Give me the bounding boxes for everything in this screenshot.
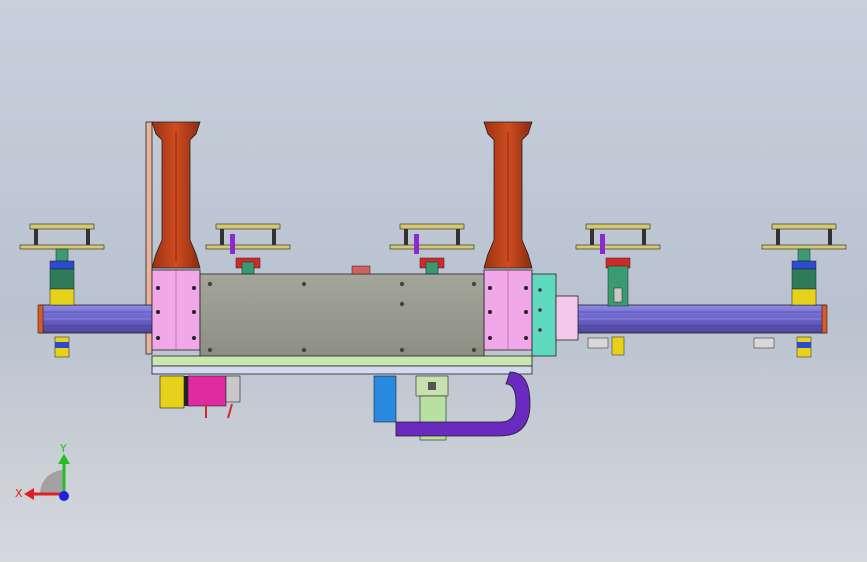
column-left[interactable] bbox=[151, 121, 201, 269]
gripper-station[interactable] bbox=[205, 223, 291, 275]
rail-end-cap-left bbox=[37, 304, 44, 334]
end-tab[interactable] bbox=[555, 295, 579, 341]
gripper-station[interactable] bbox=[753, 223, 847, 358]
cad-viewport[interactable] bbox=[0, 0, 867, 562]
rail-end-cap-right bbox=[821, 304, 828, 334]
gripper-station[interactable] bbox=[19, 223, 105, 358]
carriage-block[interactable] bbox=[199, 265, 485, 359]
end-block[interactable] bbox=[531, 273, 557, 357]
gripper-station[interactable] bbox=[389, 223, 475, 275]
motor-assembly[interactable] bbox=[159, 375, 241, 419]
triad-quadrant bbox=[40, 470, 64, 494]
column-right[interactable] bbox=[483, 121, 533, 269]
base-strip[interactable] bbox=[151, 355, 533, 367]
base-plate[interactable] bbox=[151, 365, 533, 375]
gripper-station[interactable] bbox=[575, 223, 661, 356]
y-axis-label: Y bbox=[59, 442, 67, 455]
pink-plate-right[interactable] bbox=[483, 269, 533, 351]
z-axis-dot bbox=[59, 491, 69, 501]
x-axis-label: X bbox=[15, 487, 23, 500]
sensor-box[interactable] bbox=[373, 375, 397, 423]
pink-plate-left[interactable] bbox=[151, 269, 201, 351]
axis-triad: Y X bbox=[15, 442, 70, 501]
